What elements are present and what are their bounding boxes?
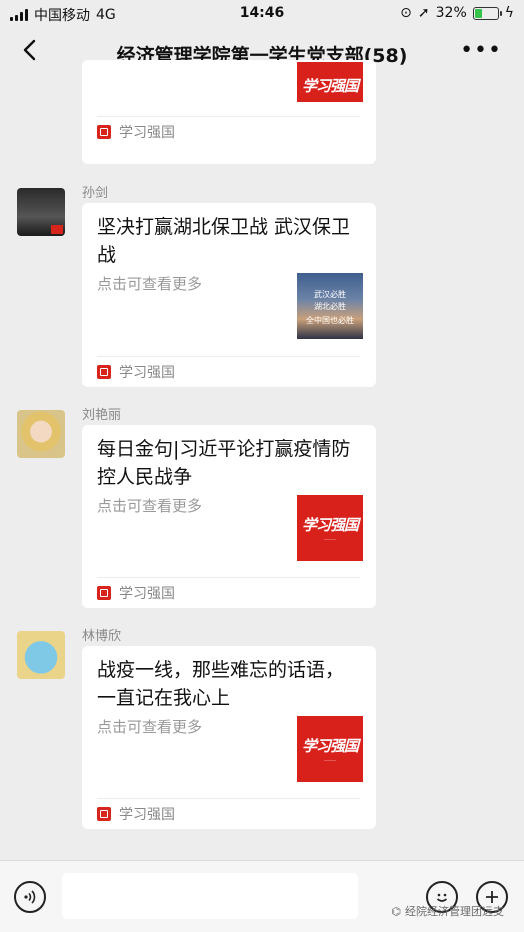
xuexi-qiangguo-icon bbox=[97, 807, 111, 821]
source-label: 学习强国 bbox=[119, 365, 175, 381]
input-bar: ⌬ 经院经济管理团远支 bbox=[0, 860, 524, 932]
xuexi-qiangguo-icon bbox=[97, 365, 111, 379]
card-source: 学习强国 bbox=[97, 362, 175, 382]
article-thumbnail: 武汉必胜 湖北必胜 全中国也必胜 bbox=[297, 273, 363, 339]
article-card[interactable]: 坚决打赢湖北保卫战 武汉保卫战 点击可查看更多 武汉必胜 湖北必胜 全中国也必胜… bbox=[82, 203, 376, 387]
card-source: 学习强国 bbox=[97, 804, 175, 824]
article-subtitle: 点击可查看更多 bbox=[97, 497, 203, 515]
more-options-button[interactable]: ••• bbox=[460, 38, 502, 63]
thumbnail-logo-text: 学习强国 bbox=[301, 737, 359, 755]
battery-percent: 32% bbox=[435, 5, 467, 21]
card-divider bbox=[97, 356, 360, 357]
avatar[interactable] bbox=[17, 410, 65, 458]
article-title: 坚决打赢湖北保卫战 武汉保卫战 bbox=[97, 216, 351, 266]
flag-icon bbox=[51, 225, 63, 234]
status-bar: 中国移动 4G 14:46 ⊙ ➚ 32% ϟ bbox=[0, 0, 524, 28]
voice-input-button[interactable] bbox=[14, 881, 46, 913]
article-thumbnail: 学习强国 bbox=[297, 62, 363, 102]
xuexi-qiangguo-icon bbox=[97, 125, 111, 139]
charging-icon: ϟ bbox=[504, 5, 514, 21]
message-input[interactable] bbox=[62, 873, 358, 919]
card-divider bbox=[97, 577, 360, 578]
article-subtitle: 点击可查看更多 bbox=[97, 275, 203, 293]
back-button[interactable] bbox=[14, 38, 46, 70]
thumbnail-logo-text: 学习强国 bbox=[301, 77, 359, 95]
avatar[interactable] bbox=[17, 631, 65, 679]
article-card[interactable]: 战疫一线，那些难忘的话语，一直记在我心上 点击可查看更多 学习强国 ——— 学习… bbox=[82, 646, 376, 829]
battery-icon bbox=[472, 6, 502, 20]
avatar[interactable] bbox=[17, 188, 65, 236]
card-source: 学习强国 bbox=[97, 122, 175, 142]
thumbnail-text: 武汉必胜 bbox=[314, 290, 346, 299]
thumbnail-logo-text: 学习强国 bbox=[301, 516, 359, 534]
thumbnail-text: 全中国也必胜 bbox=[306, 316, 354, 325]
chevron-left-icon bbox=[23, 39, 36, 61]
article-thumbnail: 学习强国 ——— bbox=[297, 495, 363, 561]
lock-rotation-icon: ⊙ bbox=[400, 5, 412, 21]
voice-icon bbox=[24, 890, 36, 904]
sender-name: 林博欣 bbox=[82, 629, 122, 644]
source-label: 学习强国 bbox=[119, 807, 175, 823]
article-card[interactable]: 每日金句|习近平论打赢疫情防控人民战争 点击可查看更多 学习强国 ——— 学习强… bbox=[82, 425, 376, 608]
card-divider bbox=[97, 116, 360, 117]
xuexi-qiangguo-icon bbox=[97, 586, 111, 600]
article-title: 每日金句|习近平论打赢疫情防控人民战争 bbox=[97, 438, 351, 488]
thumbnail-text: 湖北必胜 bbox=[314, 302, 346, 311]
article-card[interactable]: 学习强国 学习强国 bbox=[82, 60, 376, 164]
watermark-text: 经院经济管理团远支 bbox=[405, 905, 504, 918]
card-source: 学习强国 bbox=[97, 583, 175, 603]
sender-name: 刘艳丽 bbox=[82, 408, 122, 423]
thumbnail-decoration: ——— bbox=[324, 758, 336, 763]
article-thumbnail: 学习强国 ——— bbox=[297, 716, 363, 782]
source-label: 学习强国 bbox=[119, 125, 175, 141]
watermark: ⌬ 经院经济管理团远支 bbox=[391, 903, 504, 919]
location-icon: ➚ bbox=[417, 5, 430, 21]
wechat-icon: ⌬ bbox=[391, 904, 401, 918]
sender-name: 孙剑 bbox=[82, 186, 109, 201]
thumbnail-decoration: ——— bbox=[324, 537, 336, 542]
article-subtitle: 点击可查看更多 bbox=[97, 718, 203, 736]
article-title: 战疫一线，那些难忘的话语，一直记在我心上 bbox=[97, 659, 345, 709]
source-label: 学习强国 bbox=[119, 586, 175, 602]
card-divider bbox=[97, 798, 360, 799]
